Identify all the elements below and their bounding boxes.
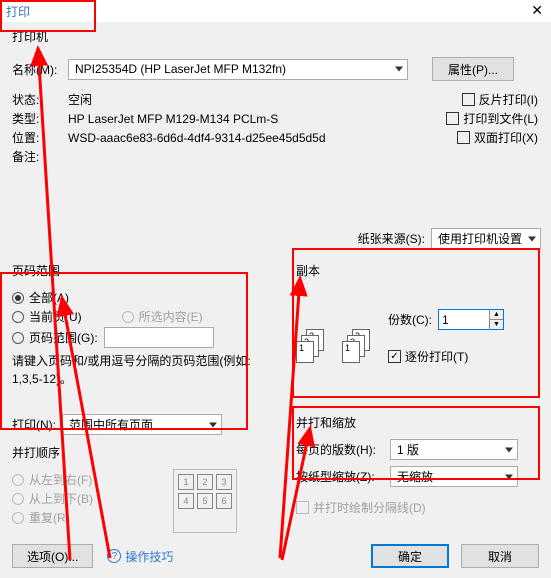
cancel-button[interactable]: 取消: [461, 544, 539, 568]
chevron-down-icon: [505, 447, 513, 452]
per-sheet-value: 1 版: [397, 441, 419, 458]
status-value: 空闲: [68, 91, 92, 108]
print-what-label: 打印(N):: [12, 416, 56, 433]
zoom-legend: 并打和缩放: [296, 414, 534, 431]
chevron-down-icon: [209, 422, 217, 427]
copies-count-input[interactable]: ▲▼: [438, 309, 504, 330]
range-selection-label: 所选内容(E): [139, 308, 203, 325]
where-label: 位置:: [12, 129, 68, 146]
collate-checkbox[interactable]: ✓逐份打印(T): [388, 348, 504, 365]
paper-source-value: 使用打印机设置: [438, 230, 522, 247]
printer-legend: 打印机: [12, 28, 538, 45]
scale-select[interactable]: 无缩放: [390, 466, 518, 487]
range-current-label: 当前页(U): [29, 308, 82, 325]
print-what-select[interactable]: 范围中所有页面: [62, 414, 222, 435]
comment-label: 备注:: [12, 148, 68, 165]
scale-value: 无缩放: [397, 468, 433, 485]
type-value: HP LaserJet MFP M129-M134 PCLm-S: [68, 112, 278, 126]
range-hint: 请键入页码和/或用逗号分隔的页码范围(例如: 1,3,5-12)。: [12, 352, 262, 388]
range-all-radio[interactable]: 全部(A): [12, 289, 69, 306]
range-all-label: 全部(A): [29, 289, 69, 306]
printer-name-value: NPI25354D (HP LaserJet MFP M132fn): [75, 62, 286, 76]
range-selection-radio: 所选内容(E): [122, 308, 203, 325]
duplex-label: 双面打印(X): [474, 129, 538, 146]
tips-link[interactable]: 操作技巧: [125, 548, 173, 565]
printer-name-select[interactable]: NPI25354D (HP LaserJet MFP M132fn): [68, 59, 408, 80]
print-what-value: 范围中所有页面: [69, 416, 153, 433]
range-current-radio[interactable]: 当前页(U): [12, 308, 82, 325]
flip-label: 反片打印(I): [479, 91, 538, 108]
order-lr-radio: 从左到右(F): [12, 471, 92, 488]
status-label: 状态:: [12, 91, 68, 108]
chevron-down-icon: [505, 474, 513, 479]
paper-source-select[interactable]: 使用打印机设置: [431, 228, 541, 249]
options-button[interactable]: 选项(O)...: [12, 544, 93, 568]
order-legend: 并打顺序: [12, 444, 272, 461]
to-file-label: 打印到文件(L): [463, 110, 538, 127]
to-file-checkbox[interactable]: 打印到文件(L): [446, 110, 538, 127]
chevron-down-icon: [395, 67, 403, 72]
window-title: 打印: [6, 3, 30, 20]
type-label: 类型:: [12, 110, 68, 127]
range-pages-radio[interactable]: 页码范围(G):: [12, 329, 98, 346]
per-sheet-label: 每页的版数(H):: [296, 441, 384, 458]
range-pages-label: 页码范围(G):: [29, 329, 98, 346]
name-label: 名称(M):: [12, 61, 68, 78]
order-repeat-radio: 重复(R): [12, 509, 70, 526]
draw-lines-label: 并打时绘制分隔线(D): [313, 499, 426, 516]
chevron-down-icon: [528, 236, 536, 241]
collate-label: 逐份打印(T): [405, 348, 468, 365]
flip-checkbox[interactable]: 反片打印(I): [462, 91, 538, 108]
order-repeat-label: 重复(R): [29, 509, 70, 526]
close-icon[interactable]: ✕: [531, 2, 543, 19]
help-icon: ?: [107, 549, 121, 563]
per-sheet-select[interactable]: 1 版: [390, 439, 518, 460]
where-value: WSD-aaac6e83-6d6d-4df4-9314-d25ee45d5d5d: [68, 131, 326, 145]
copies-legend: 副本: [296, 262, 534, 279]
duplex-checkbox[interactable]: 双面打印(X): [457, 129, 538, 146]
collate-icon: 321: [342, 329, 372, 365]
order-lr-label: 从左到右(F): [29, 471, 92, 488]
order-tb-radio: 从上到下(B): [12, 490, 93, 507]
copies-count-label: 份数(C):: [388, 311, 432, 328]
range-legend: 页码范围: [12, 262, 262, 279]
scale-label: 按纸型缩放(Z):: [296, 468, 384, 485]
collate-icon: 321: [296, 329, 326, 365]
properties-button[interactable]: 属性(P)...: [432, 57, 514, 81]
ok-button[interactable]: 确定: [371, 544, 449, 568]
order-tb-label: 从上到下(B): [29, 490, 93, 507]
draw-lines-checkbox: 并打时绘制分隔线(D): [296, 499, 426, 516]
paper-source-label: 纸张来源(S):: [358, 230, 425, 247]
order-preview-icon: 123456: [173, 469, 237, 533]
range-pages-input[interactable]: [104, 327, 214, 348]
